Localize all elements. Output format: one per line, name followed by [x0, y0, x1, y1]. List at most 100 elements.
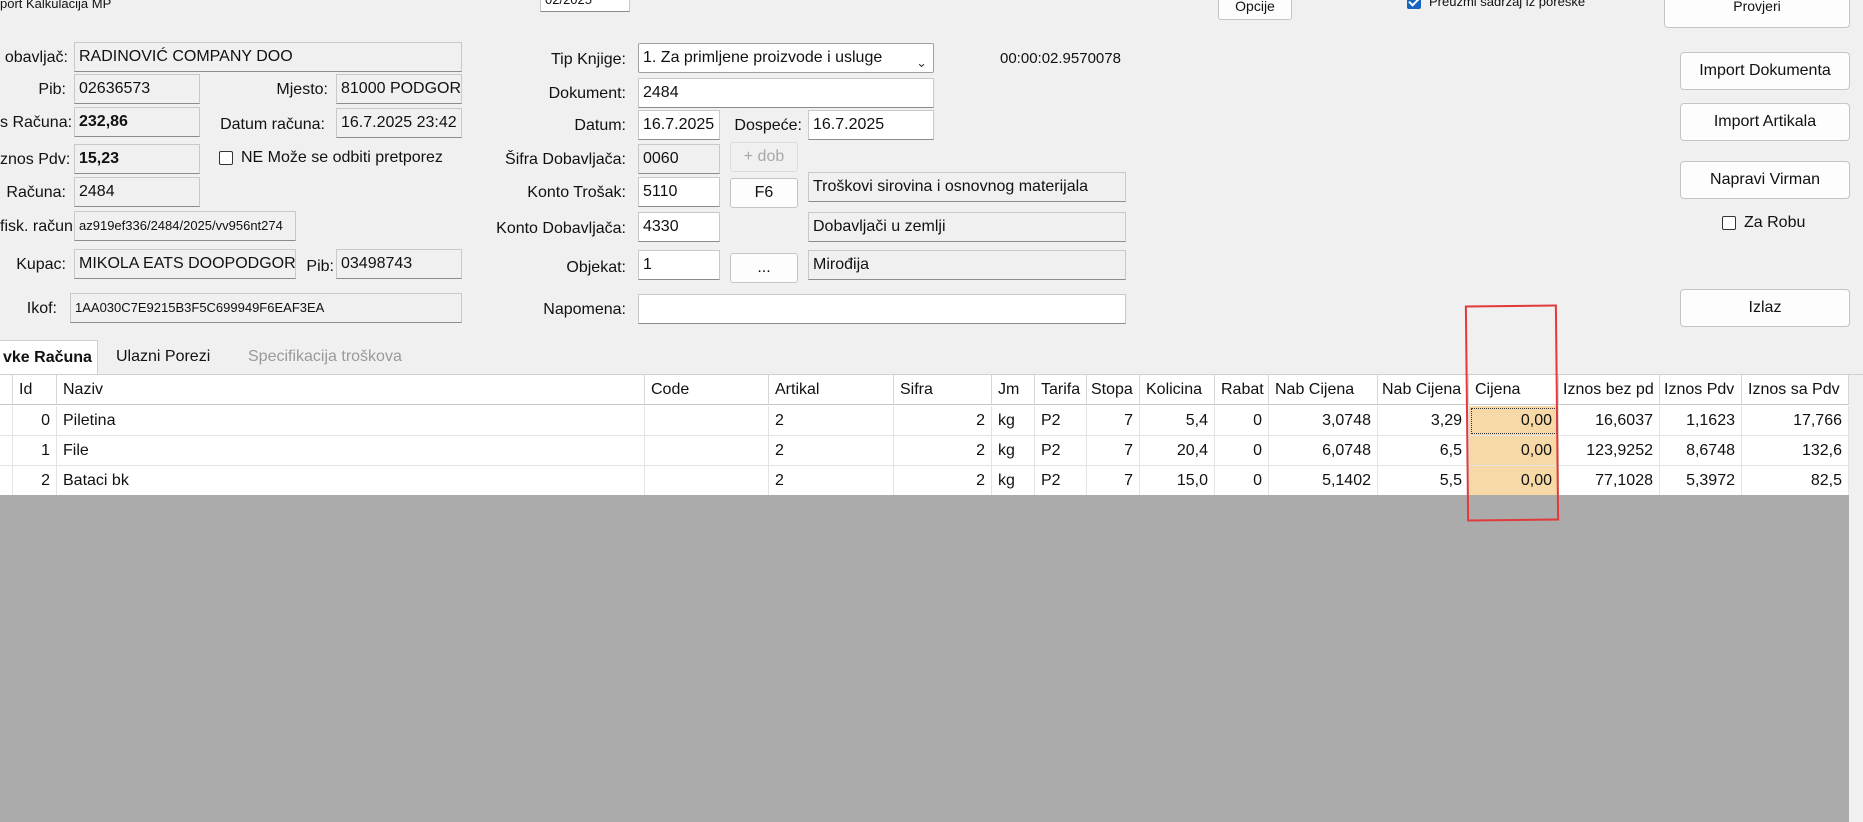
- cell-nab-cijena[interactable]: 5,1402: [1269, 466, 1378, 496]
- kupac-pib-field[interactable]: 03498743: [336, 249, 462, 279]
- cell-code[interactable]: [645, 436, 769, 466]
- cell-nab-cijena-2[interactable]: 6,5: [1378, 436, 1469, 466]
- table-row[interactable]: 2 Bataci bk 2 2 kg P2 7 15,0 0 5,1402 5,…: [0, 466, 1849, 496]
- iznos-racuna-field[interactable]: 232,86: [74, 107, 200, 137]
- cell-naziv[interactable]: Bataci bk: [57, 466, 645, 496]
- tab-ulazni-porezi[interactable]: Ulazni Porezi: [100, 340, 230, 374]
- col-header-tarifa[interactable]: Tarifa: [1035, 375, 1087, 405]
- col-header-iznos-sa-pdv[interactable]: Iznos sa Pdv: [1742, 375, 1849, 405]
- col-header-naziv[interactable]: Naziv: [57, 375, 645, 405]
- chevron-down-icon[interactable]: ⌄: [916, 49, 927, 72]
- cell-stopa[interactable]: 7: [1087, 406, 1140, 436]
- import-artikala-button[interactable]: Import Artikala: [1680, 103, 1850, 141]
- kupac-field[interactable]: MIKOLA EATS DOOPODGORIC: [74, 249, 296, 279]
- cell-nab-cijena-2[interactable]: 3,29: [1378, 406, 1469, 436]
- cell-iznos-sa-pdv[interactable]: 82,5: [1742, 466, 1849, 496]
- napomena-field[interactable]: [638, 294, 1126, 324]
- datum-racuna-field[interactable]: 16.7.2025 23:42: [336, 108, 462, 138]
- row-selector[interactable]: [0, 406, 13, 436]
- col-header-kolicina[interactable]: Kolicina: [1140, 375, 1215, 405]
- cell-naziv[interactable]: Piletina: [57, 406, 645, 436]
- cell-jm[interactable]: kg: [992, 436, 1035, 466]
- row-selector-header[interactable]: [0, 375, 13, 405]
- tip-knjige-select[interactable]: 1. Za primljene proizvode i usluge ⌄: [638, 43, 934, 73]
- cell-tarifa[interactable]: P2: [1035, 406, 1087, 436]
- cell-iznos-bez-pdv[interactable]: 77,1028: [1559, 466, 1660, 496]
- cell-sifra[interactable]: 2: [894, 406, 992, 436]
- cell-rabat[interactable]: 0: [1215, 466, 1269, 496]
- col-header-artikal[interactable]: Artikal: [769, 375, 894, 405]
- ne-moze-checkbox[interactable]: NE Može se odbiti pretporez: [219, 149, 443, 167]
- col-header-sifra[interactable]: Sifra: [894, 375, 992, 405]
- fisk-racun-field[interactable]: az919ef336/2484/2025/vv956nt274: [74, 211, 296, 241]
- cell-iznos-sa-pdv[interactable]: 132,6: [1742, 436, 1849, 466]
- cell-code[interactable]: [645, 466, 769, 496]
- dobavljac-field[interactable]: RADINOVIĆ COMPANY DOO: [74, 42, 462, 72]
- cell-jm[interactable]: kg: [992, 466, 1035, 496]
- cell-iznos-pdv[interactable]: 1,1623: [1660, 406, 1742, 436]
- mjesto-field[interactable]: 81000 PODGORI: [336, 74, 462, 104]
- napravi-virman-button[interactable]: Napravi Virman: [1680, 161, 1850, 199]
- checkbox-checked-icon[interactable]: [1407, 0, 1421, 9]
- ikof-field[interactable]: 1AA030C7E9215B3F5C699949F6EAF3EA: [70, 293, 462, 323]
- konto-dobavljaca-field[interactable]: 4330: [638, 212, 720, 242]
- cell-artikal[interactable]: 2: [769, 466, 894, 496]
- f6-button[interactable]: F6: [730, 178, 798, 208]
- cell-tarifa[interactable]: P2: [1035, 466, 1087, 496]
- cell-naziv[interactable]: File: [57, 436, 645, 466]
- dospece-field[interactable]: 16.7.2025: [808, 110, 934, 140]
- table-row[interactable]: 1 File 2 2 kg P2 7 20,4 0 6,0748 6,5 0,0…: [0, 436, 1849, 466]
- preuzmi-checkbox[interactable]: Preuzmi sadržaj iz poreske: [1407, 0, 1585, 9]
- cell-sifra[interactable]: 2: [894, 466, 992, 496]
- konto-trosak-field[interactable]: 5110: [638, 177, 720, 207]
- col-header-stopa[interactable]: Stopa: [1087, 375, 1140, 405]
- cell-iznos-sa-pdv[interactable]: 17,766: [1742, 406, 1849, 436]
- cell-tarifa[interactable]: P2: [1035, 436, 1087, 466]
- col-header-jm[interactable]: Jm: [992, 375, 1035, 405]
- cell-kolicina[interactable]: 20,4: [1140, 436, 1215, 466]
- objekat-browse-button[interactable]: ...: [730, 253, 798, 283]
- cell-stopa[interactable]: 7: [1087, 436, 1140, 466]
- broj-racuna-field[interactable]: 2484: [74, 177, 200, 207]
- provjeri-button[interactable]: Provjeri: [1664, 0, 1850, 28]
- cell-nab-cijena[interactable]: 6,0748: [1269, 436, 1378, 466]
- datum-field[interactable]: 16.7.2025: [638, 110, 720, 140]
- pib-field[interactable]: 02636573: [74, 74, 200, 104]
- col-header-code[interactable]: Code: [645, 375, 769, 405]
- cell-iznos-bez-pdv[interactable]: 123,9252: [1559, 436, 1660, 466]
- col-header-nab-cijena[interactable]: Nab Cijena: [1269, 375, 1378, 405]
- cell-jm[interactable]: kg: [992, 406, 1035, 436]
- row-selector[interactable]: [0, 466, 13, 496]
- cell-id[interactable]: 2: [13, 466, 57, 496]
- izlaz-button[interactable]: Izlaz: [1680, 289, 1850, 327]
- cell-code[interactable]: [645, 406, 769, 436]
- col-header-nab-cijena-2[interactable]: Nab Cijena: [1378, 375, 1469, 405]
- cell-id[interactable]: 1: [13, 436, 57, 466]
- cell-nab-cijena-2[interactable]: 5,5: [1378, 466, 1469, 496]
- za-robu-checkbox[interactable]: Za Robu: [1722, 214, 1805, 232]
- col-header-iznos-pdv[interactable]: Iznos Pdv: [1660, 375, 1742, 405]
- cell-kolicina[interactable]: 15,0: [1140, 466, 1215, 496]
- col-header-iznos-bez-pdv[interactable]: Iznos bez pd: [1559, 375, 1660, 405]
- dokument-field[interactable]: 2484: [638, 78, 934, 108]
- objekat-field[interactable]: 1: [638, 250, 720, 280]
- add-dobavljac-button[interactable]: + dob: [730, 142, 798, 172]
- tab-stavke-racuna[interactable]: vke Računa: [0, 340, 98, 374]
- tab-specifikacija-troskova[interactable]: Specifikacija troškova: [232, 340, 432, 374]
- col-header-rabat[interactable]: Rabat: [1215, 375, 1269, 405]
- period-field[interactable]: 02/2025: [540, 0, 630, 12]
- cell-kolicina[interactable]: 5,4: [1140, 406, 1215, 436]
- import-dokumenta-button[interactable]: Import Dokumenta: [1680, 52, 1850, 90]
- col-header-id[interactable]: Id: [13, 375, 57, 405]
- cell-id[interactable]: 0: [13, 406, 57, 436]
- cell-artikal[interactable]: 2: [769, 406, 894, 436]
- checkbox-empty-icon[interactable]: [219, 151, 233, 165]
- cell-sifra[interactable]: 2: [894, 436, 992, 466]
- cell-iznos-pdv[interactable]: 5,3972: [1660, 466, 1742, 496]
- cell-iznos-pdv[interactable]: 8,6748: [1660, 436, 1742, 466]
- row-selector[interactable]: [0, 436, 13, 466]
- checkbox-empty-icon[interactable]: [1722, 216, 1736, 230]
- cell-rabat[interactable]: 0: [1215, 436, 1269, 466]
- opcije-button[interactable]: Opcije: [1218, 0, 1292, 20]
- cell-nab-cijena[interactable]: 3,0748: [1269, 406, 1378, 436]
